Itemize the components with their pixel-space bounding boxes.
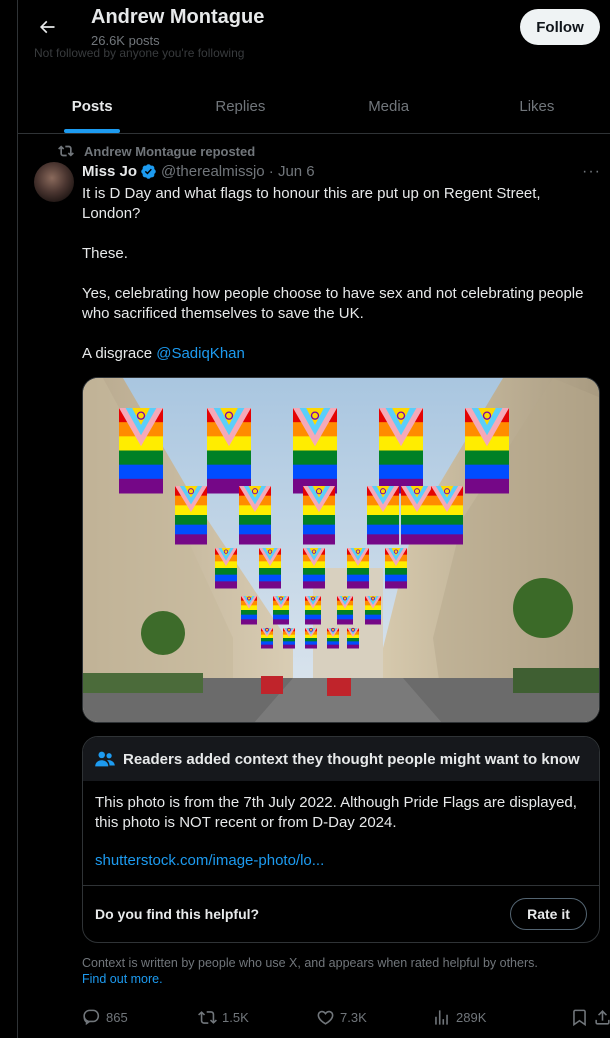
pride-flag (401, 486, 433, 545)
tab-label: Likes (519, 98, 555, 115)
post-image[interactable] (82, 377, 600, 723)
author-name[interactable]: Miss Jo (82, 163, 137, 180)
views-button[interactable]: 289K (432, 1008, 486, 1027)
post-body: It is D Day and what flags to honour thi… (82, 184, 600, 384)
pride-flag (303, 548, 325, 589)
post-paragraph: A disgrace @SadiqKhan (82, 344, 600, 364)
pride-flag (261, 627, 273, 649)
back-arrow-icon (39, 20, 55, 34)
pride-flag (239, 486, 271, 545)
note-disclaimer: Context is written by people who use X, … (82, 955, 602, 987)
post-text-prefix: A disgrace (82, 345, 157, 362)
post-header: Miss Jo @therealmissjo · Jun 6 (82, 163, 315, 180)
back-button[interactable] (30, 10, 64, 44)
pride-flag (431, 486, 463, 545)
tab-posts[interactable]: Posts (18, 80, 166, 133)
repost-text: Andrew Montague reposted (84, 143, 256, 159)
timeline-column: Andrew Montague Not followed by anyone y… (17, 0, 610, 1038)
followers-you-know: Not followed by anyone you're following (34, 46, 245, 60)
helpful-question: Do you find this helpful? (95, 906, 260, 922)
people-icon (95, 751, 115, 767)
repost-count: 1.5K (222, 1010, 249, 1025)
pride-flag (259, 548, 281, 589)
views-icon (435, 1010, 448, 1025)
reply-count: 865 (106, 1010, 128, 1025)
pride-flag (347, 548, 369, 589)
post-count: 26.6K posts (91, 33, 160, 48)
disclaimer-text: Context is written by people who use X, … (82, 956, 538, 970)
bookmark-icon (573, 1009, 586, 1027)
mention-link[interactable]: @SadiqKhan (156, 345, 245, 362)
note-heading: Readers added context they thought peopl… (123, 750, 580, 768)
pride-flag (207, 408, 251, 494)
profile-name: Andrew Montague (91, 6, 265, 28)
pride-flag (303, 486, 335, 545)
like-count: 7.3K (340, 1010, 367, 1025)
pride-flag (365, 596, 381, 625)
post-actions: 865 1.5K 7.3K 289K (82, 1008, 610, 1034)
post-paragraph: Yes, celebrating how people choose to ha… (82, 285, 584, 322)
pride-flag (327, 627, 339, 649)
tab-label: Posts (71, 98, 113, 115)
retweet-icon (198, 1011, 217, 1024)
note-source-link[interactable]: shutterstock.com/image-photo/lo... (95, 851, 587, 871)
like-button[interactable]: 7.3K (316, 1008, 367, 1027)
avatar[interactable] (34, 162, 74, 202)
repost-button[interactable]: 1.5K (198, 1008, 249, 1027)
share-button[interactable] (593, 1008, 610, 1027)
follow-button[interactable]: Follow (520, 9, 600, 45)
find-out-more-link[interactable]: Find out more. (82, 972, 163, 986)
verified-badge-icon (141, 164, 156, 179)
note-text: This photo is from the 7th July 2022. Al… (95, 794, 577, 831)
tab-label: Media (368, 98, 410, 115)
pride-flag (305, 627, 317, 649)
tab-label: Replies (215, 98, 266, 115)
pride-flag (385, 548, 407, 589)
pride-flag (305, 596, 321, 625)
pride-flag (273, 596, 289, 625)
post-paragraph: It is D Day and what flags to honour thi… (82, 185, 541, 222)
handle-date[interactable]: @therealmissjo · Jun 6 (161, 163, 315, 180)
pride-flag (283, 627, 295, 649)
pride-flag (215, 548, 237, 589)
repost-indicator: Andrew Montague reposted (58, 143, 255, 159)
active-tab-indicator (64, 129, 121, 133)
community-note: Readers added context they thought peopl… (82, 736, 600, 943)
street-flags-photo (83, 378, 599, 722)
note-header: Readers added context they thought peopl… (83, 737, 599, 781)
pride-flag (175, 486, 207, 545)
share-icon (595, 1010, 610, 1025)
pride-flag (119, 408, 163, 494)
tab-media[interactable]: Media (315, 80, 463, 133)
view-count: 289K (456, 1010, 487, 1025)
bookmark-button[interactable] (570, 1008, 589, 1027)
tab-replies[interactable]: Replies (166, 80, 314, 133)
repost-icon (58, 145, 74, 157)
more-icon[interactable]: ··· (582, 163, 601, 181)
pride-flag (337, 596, 353, 625)
pride-flag (241, 596, 257, 625)
note-footer: Do you find this helpful? Rate it (83, 885, 599, 942)
pride-flag (347, 627, 359, 649)
reply-button[interactable]: 865 (82, 1008, 128, 1027)
profile-tabs: Posts Replies Media Likes (18, 80, 610, 134)
tab-likes[interactable]: Likes (463, 80, 610, 133)
reply-icon (83, 1009, 100, 1026)
pride-flag (293, 408, 337, 494)
pride-flag (465, 408, 509, 494)
pride-flag (379, 408, 423, 494)
rate-it-button[interactable]: Rate it (510, 898, 587, 930)
like-icon (317, 1010, 334, 1025)
post-paragraph: These. (82, 245, 128, 262)
profile-header: Andrew Montague Not followed by anyone y… (18, 0, 610, 80)
pride-flag (367, 486, 399, 545)
note-body: This photo is from the 7th July 2022. Al… (83, 781, 599, 887)
